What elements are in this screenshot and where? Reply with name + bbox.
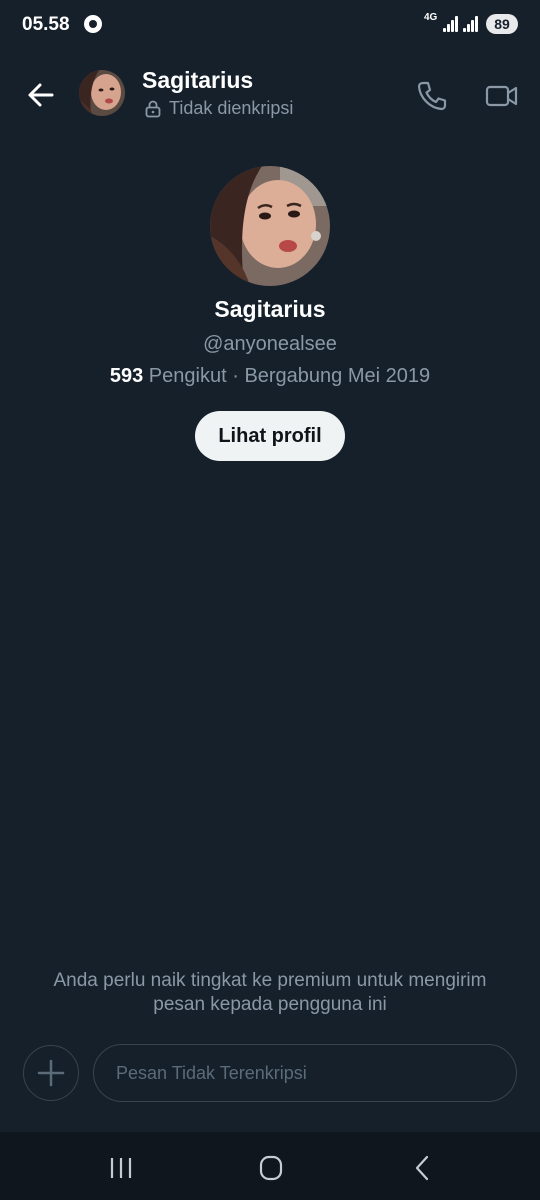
recents-icon <box>110 1158 132 1178</box>
video-camera-icon <box>485 85 518 107</box>
video-call-button[interactable] <box>484 78 520 114</box>
view-profile-button[interactable]: Lihat profil <box>195 411 345 461</box>
call-button[interactable] <box>414 78 450 114</box>
home-button[interactable] <box>251 1148 291 1188</box>
followers-count: 593 <box>109 365 144 387</box>
back-button[interactable] <box>24 78 58 112</box>
home-icon <box>259 1155 283 1181</box>
phone-icon <box>417 81 447 111</box>
header-title[interactable]: Sagitarius <box>142 67 253 94</box>
shutter-icon <box>84 15 102 33</box>
profile-name: Sagitarius <box>214 296 326 322</box>
premium-notice: Anda perlu naik tingkat ke premium untuk… <box>53 970 487 1015</box>
system-back-button[interactable] <box>402 1148 442 1188</box>
profile-card: Sagitarius @anyonealsee 593 Pengikut · B… <box>0 166 540 461</box>
signal-icon <box>443 16 459 32</box>
meta-separator: · <box>232 365 239 387</box>
encryption-status-label: Tidak dienkripsi <box>169 98 294 118</box>
followers-label: Pengikut <box>148 365 227 387</box>
plus-icon <box>37 1059 65 1087</box>
signal-icon <box>463 16 479 32</box>
network-type-label: 4G <box>424 12 438 23</box>
chevron-left-icon <box>415 1155 429 1181</box>
arrow-left-icon <box>28 83 54 107</box>
battery-indicator: 89 <box>486 14 518 34</box>
joined-date: Bergabung Mei 2019 <box>244 365 431 387</box>
profile-avatar[interactable] <box>210 166 330 286</box>
status-bar: 05.58 4G 89 <box>0 0 540 50</box>
message-input[interactable] <box>93 1044 517 1102</box>
profile-handle: @anyonealsee <box>203 333 337 355</box>
status-time: 05.58 <box>22 14 70 35</box>
add-attachment-button[interactable] <box>23 1045 79 1101</box>
recents-button[interactable] <box>101 1148 141 1188</box>
avatar[interactable] <box>79 70 125 116</box>
profile-meta: 593 Pengikut · Bergabung Mei 2019 <box>0 365 540 388</box>
lock-icon <box>145 100 161 117</box>
conversation-header: Sagitarius Tidak dienkripsi <box>0 60 540 130</box>
encryption-status: Tidak dienkripsi <box>145 98 293 119</box>
message-composer <box>0 1042 540 1106</box>
system-navigation-bar <box>0 1132 540 1200</box>
